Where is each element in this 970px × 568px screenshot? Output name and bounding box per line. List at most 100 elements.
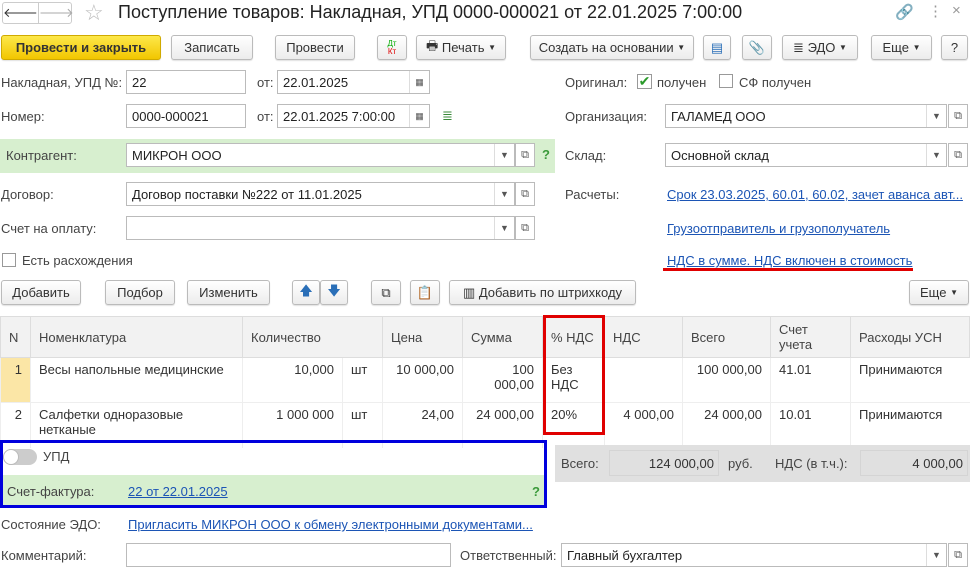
invoice-label: Накладная, УПД №: (1, 75, 123, 90)
chevron-down-icon[interactable]: ▼ (926, 105, 946, 127)
printer-icon: 🖶 (425, 37, 442, 53)
responsible-input[interactable]: Главный бухгалтер ▼ (561, 543, 947, 567)
sf-link[interactable]: 22 от 22.01.2025 (128, 484, 228, 499)
comment-input[interactable] (126, 543, 451, 567)
open-icon[interactable]: ⧉ (515, 143, 535, 167)
edo-invite-link[interactable]: Пригласить МИКРОН ООО к обмену электронн… (128, 517, 533, 532)
dt-kt-button[interactable]: Дт Кт (377, 35, 407, 60)
edit-number-icon[interactable]: ≣ (442, 108, 453, 124)
kt-label: Кт (387, 46, 397, 56)
forward-arrow-icon[interactable]: 🡒 (39, 3, 74, 23)
number-date-input[interactable]: 22.01.2025 7:00:00 ▦ (277, 104, 430, 128)
totals-band: Всего: 124 000,00 руб. НДС (в т.ч.): 4 0… (555, 445, 970, 482)
barcode-icon: ▥ (462, 284, 479, 300)
responsible-label: Ответственный: (460, 548, 557, 563)
col-qty[interactable]: Количество (242, 316, 383, 358)
number-label: Номер: (1, 109, 45, 124)
table-more-button[interactable]: Еще ▼ (909, 280, 969, 305)
close-icon[interactable]: × (952, 2, 961, 19)
open-icon[interactable]: ⧉ (948, 143, 968, 167)
invoice-date-value: 22.01.2025 (283, 75, 349, 90)
add-button[interactable]: Добавить (1, 280, 81, 305)
col-item[interactable]: Номенклатура (30, 316, 243, 358)
back-arrow-icon[interactable]: 🡐 (3, 3, 39, 23)
star-icon[interactable]: ☆ (84, 0, 104, 26)
chevron-down-icon[interactable]: ▼ (494, 144, 514, 166)
total-label: Всего: (561, 456, 599, 471)
warehouse-input[interactable]: Основной склад ▼ (665, 143, 947, 167)
responsible-value: Главный бухгалтер (567, 548, 683, 563)
chevron-down-icon[interactable]: ▼ (494, 183, 514, 205)
from-label: от: (257, 75, 274, 90)
col-usn[interactable]: Расходы УСН (850, 316, 970, 358)
edo-button[interactable]: ≣ ЭДО ▼ (782, 35, 858, 60)
col-price[interactable]: Цена (382, 316, 463, 358)
paperclip-icon[interactable]: 📎 (742, 35, 772, 60)
save-button[interactable]: Записать (171, 35, 253, 60)
move-up-icon[interactable]: 🡅 (292, 280, 320, 305)
copy-icon[interactable]: ⧉ (371, 280, 401, 305)
col-vat[interactable]: НДС (604, 316, 683, 358)
org-label: Организация: (565, 109, 648, 124)
sf-received-checkbox[interactable] (719, 74, 733, 88)
paste-icon[interactable]: 📋 (410, 280, 440, 305)
post-and-close-button[interactable]: Провести и закрыть (1, 35, 161, 60)
help-icon[interactable]: ? (532, 484, 540, 499)
col-n[interactable]: N (0, 316, 31, 358)
select-button[interactable]: Подбор (105, 280, 175, 305)
settlements-link[interactable]: Срок 23.03.2025, 60.01, 60.02, зачет ава… (667, 187, 963, 202)
post-button[interactable]: Провести (275, 35, 355, 60)
counterparty-input[interactable]: МИКРОН ООО ▼ (126, 143, 515, 167)
received-checkbox[interactable]: ✔ (637, 74, 652, 89)
sf-label: Счет-фактура: (7, 484, 95, 499)
col-sum[interactable]: Сумма (462, 316, 543, 358)
contract-input[interactable]: Договор поставки №222 от 11.01.2025 ▼ (126, 182, 515, 206)
payment-input[interactable]: ▼ (126, 216, 515, 240)
chevron-down-icon[interactable]: ▼ (494, 217, 514, 239)
open-icon[interactable]: ⧉ (948, 543, 968, 567)
invoice-date-input[interactable]: 22.01.2025 ▦ (277, 70, 430, 94)
chevron-down-icon[interactable]: ▼ (926, 544, 946, 566)
counterparty-label: Контрагент: (6, 148, 77, 163)
cell-total: 24 000,00 (682, 402, 771, 448)
discrepancy-checkbox[interactable] (2, 253, 16, 267)
counterparty-value: МИКРОН ООО (132, 148, 222, 163)
received-label: получен (657, 75, 707, 90)
print-label: Печать (441, 40, 485, 55)
vat-rate-highlight (543, 315, 605, 435)
shipper-link[interactable]: Грузоотправитель и грузополучатель (667, 221, 890, 236)
cell-unit: шт (342, 357, 383, 403)
upd-toggle[interactable] (3, 449, 37, 465)
create-based-button[interactable]: Создать на основании ▼ (530, 35, 694, 60)
cell-qty: 10,000 (242, 357, 343, 403)
vat-link[interactable]: НДС в сумме. НДС включен в стоимость (667, 253, 912, 268)
currency-label: руб. (728, 456, 753, 471)
org-input[interactable]: ГАЛАМЕД ООО ▼ (665, 104, 947, 128)
number-date-value: 22.01.2025 7:00:00 (283, 109, 396, 124)
table-row[interactable]: 1 Весы напольные медицинские 10,000 шт 1… (0, 357, 970, 403)
open-icon[interactable]: ⧉ (515, 216, 535, 240)
help-button[interactable]: ? (941, 35, 968, 60)
open-icon[interactable]: ⧉ (948, 104, 968, 128)
change-button[interactable]: Изменить (187, 280, 270, 305)
print-button[interactable]: 🖶 Печать ▼ (416, 35, 506, 60)
invoice-number-input[interactable]: 22 (126, 70, 246, 94)
more-button[interactable]: Еще ▼ (871, 35, 932, 60)
move-down-icon[interactable]: 🡇 (320, 280, 348, 305)
link-icon[interactable]: 🔗 (895, 3, 914, 21)
calendar-icon[interactable]: ▦ (409, 105, 429, 127)
col-total[interactable]: Всего (682, 316, 771, 358)
structure-icon[interactable]: ▤ (703, 35, 731, 60)
barcode-button[interactable]: ▥ Добавить по штрихкоду (449, 280, 636, 305)
number-input[interactable]: 0000-000021 (126, 104, 246, 128)
help-icon[interactable]: ? (542, 147, 550, 162)
edo-icon: ≣ (793, 39, 808, 55)
col-account[interactable]: Счет учета (770, 316, 851, 358)
calendar-icon[interactable]: ▦ (409, 71, 429, 93)
settlements-label: Расчеты: (565, 187, 620, 202)
open-icon[interactable]: ⧉ (515, 182, 535, 206)
menu-dots-icon[interactable]: ⋮ (928, 2, 943, 20)
cell-usn: Принимаются (850, 357, 970, 403)
comment-label: Комментарий: (1, 548, 87, 563)
chevron-down-icon[interactable]: ▼ (926, 144, 946, 166)
